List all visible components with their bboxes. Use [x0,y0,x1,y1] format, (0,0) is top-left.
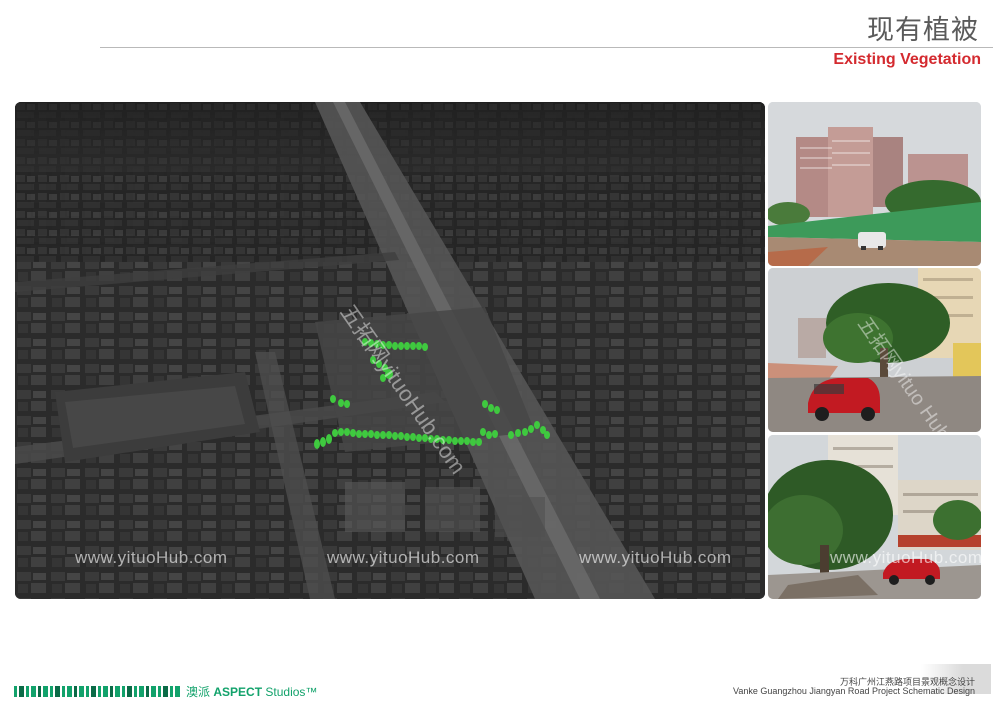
logo-en: ASPECT [213,685,263,699]
logo-bars [14,686,180,697]
site-photo-fence [768,102,981,266]
title-divider [100,47,993,48]
logo-studio: Studios™ [265,685,318,699]
page-title-en: Existing Vegetation [833,51,981,68]
site-photo-trees: www.yituoHub.com [768,435,981,599]
watermark-text: www.yituoHub.com [830,548,981,567]
aerial-map: www.yituoHub.com www.yituoHub.com www.yi… [15,102,765,599]
watermark-text: www.yituoHub.com [327,548,480,567]
site-photo-red-car: 五拓网yituo Hub. [768,268,981,432]
watermark-text: www.yituoHub.com [75,548,228,567]
page-title-cn: 现有植被 [867,15,979,46]
aspect-studios-logo: 澳派 ASPECT Studios™ [14,683,317,700]
logo-cn: 澳派 [186,685,211,699]
project-name-en: Vanke Guangzhou Jiangyan Road Project Sc… [733,686,975,696]
watermark-text: www.yituoHub.com [579,548,732,567]
